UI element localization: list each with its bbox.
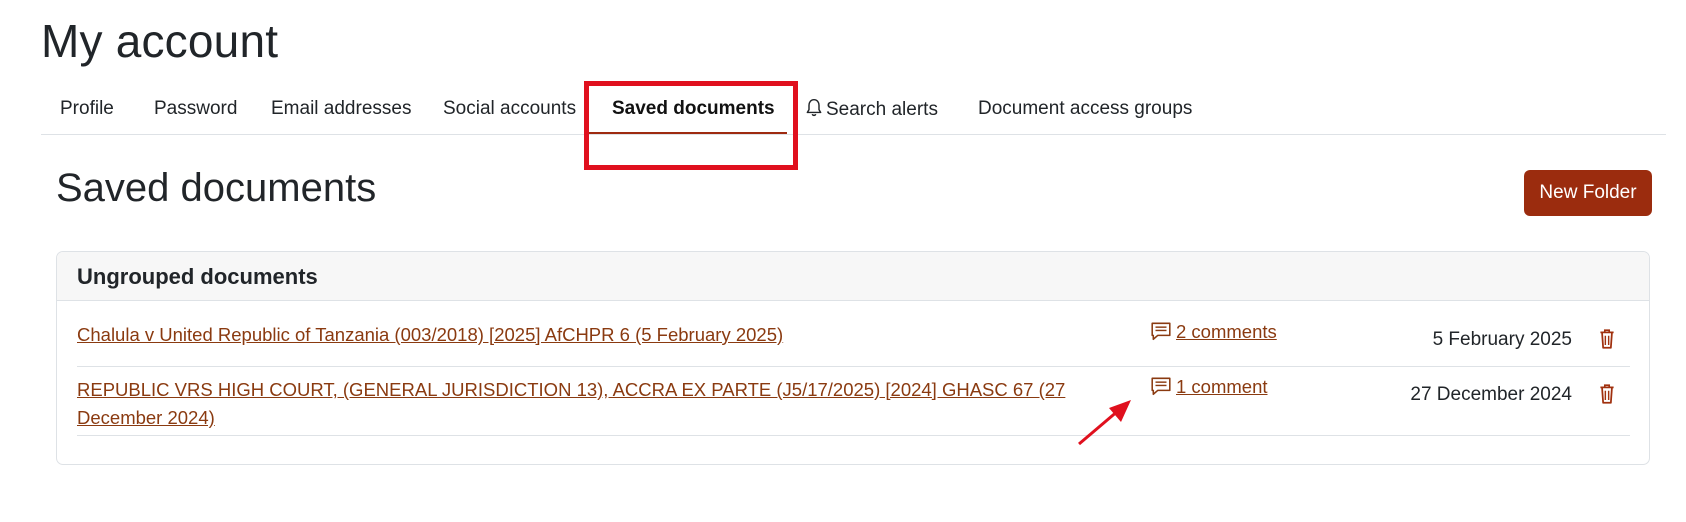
ungrouped-documents-card: Ungrouped documents Chalula v United Rep… (56, 251, 1650, 465)
tab-search-alerts-label: Search alerts (826, 99, 938, 120)
trash-icon[interactable] (1598, 383, 1616, 405)
document-date: 5 February 2025 (1432, 329, 1572, 350)
tab-password[interactable]: Password (154, 98, 237, 120)
comments-link[interactable]: 1 comment (1150, 376, 1268, 398)
comment-icon (1151, 377, 1171, 396)
tab-document-access-groups[interactable]: Document access groups (978, 98, 1192, 120)
comments-link[interactable]: 2 comments (1150, 321, 1277, 343)
account-tabs: Profile Password Email addresses Social … (41, 82, 1666, 135)
comments-count: 2 comments (1176, 321, 1277, 342)
document-link[interactable]: REPUBLIC VRS HIGH COURT, (GENERAL JURISD… (77, 376, 1097, 432)
comment-icon (1151, 322, 1171, 341)
section-title: Saved documents (56, 166, 377, 210)
comments-count: 1 comment (1176, 376, 1268, 397)
document-row: Chalula v United Republic of Tanzania (0… (77, 311, 1630, 367)
card-header: Ungrouped documents (57, 252, 1649, 301)
active-tab-indicator (589, 132, 787, 134)
tab-saved-documents[interactable]: Saved documents (612, 98, 775, 120)
tab-email-addresses[interactable]: Email addresses (271, 98, 411, 120)
tab-profile[interactable]: Profile (60, 98, 114, 120)
document-row: REPUBLIC VRS HIGH COURT, (GENERAL JURISD… (77, 367, 1630, 436)
tab-search-alerts[interactable]: Search alerts (805, 98, 938, 121)
tab-social-accounts[interactable]: Social accounts (443, 98, 576, 120)
document-link[interactable]: Chalula v United Republic of Tanzania (0… (77, 321, 783, 349)
new-folder-button[interactable]: New Folder (1524, 170, 1652, 216)
bell-icon (806, 98, 822, 117)
trash-icon[interactable] (1598, 328, 1616, 350)
document-date: 27 December 2024 (1410, 384, 1572, 405)
page-title: My account (41, 15, 279, 67)
